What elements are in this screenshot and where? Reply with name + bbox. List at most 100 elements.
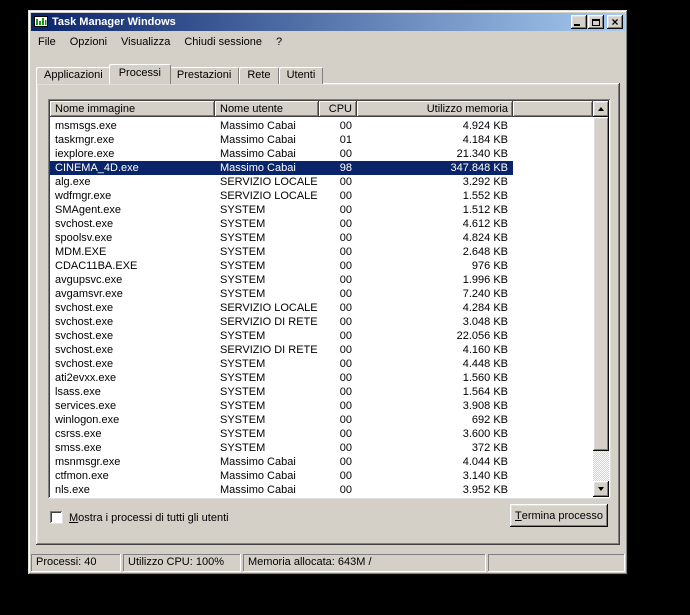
close-button[interactable]: × (607, 15, 623, 29)
cell-memory: 4.924 KB (462, 120, 508, 132)
titlebar[interactable]: Task Manager Windows × (31, 13, 625, 31)
table-row[interactable]: msnmsgr.exe Massimo Cabai 00 4.044 KB (50, 455, 513, 469)
process-list: Nome immagine Nome utente CPU Utilizzo m… (48, 99, 611, 499)
cell-cpu: 00 (339, 148, 352, 160)
cell-user-name: Massimo Cabai (220, 484, 296, 496)
cell-user-name: SYSTEM (220, 386, 266, 398)
tab-performance[interactable]: Prestazioni (168, 67, 240, 84)
minimize-button[interactable] (571, 15, 587, 29)
cell-memory: 3.048 KB (462, 316, 508, 328)
arrow-up-icon (598, 107, 604, 111)
cell-image-name: avgamsvr.exe (55, 288, 123, 300)
table-row[interactable]: alg.exe SERVIZIO LOCALE 00 3.292 KB (50, 175, 513, 189)
cell-cpu: 00 (339, 232, 352, 244)
table-row[interactable]: svchost.exe SYSTEM 00 22.056 KB (50, 329, 513, 343)
cell-image-name: smss.exe (55, 442, 102, 454)
table-row[interactable]: svchost.exe SYSTEM 00 4.612 KB (50, 217, 513, 231)
menu-item-shutdown[interactable]: Chiudi sessione (177, 34, 269, 50)
cell-image-name: svchost.exe (55, 358, 114, 370)
table-row[interactable]: taskmgr.exe Massimo Cabai 01 4.184 KB (50, 133, 513, 147)
table-row[interactable]: nls.exe Massimo Cabai 00 3.952 KB (50, 483, 513, 497)
cell-memory: 4.612 KB (462, 218, 508, 230)
cell-cpu: 00 (339, 386, 352, 398)
menu-item-options[interactable]: Opzioni (63, 34, 114, 50)
end-process-button[interactable]: Termina processo (510, 504, 608, 527)
scroll-up-button[interactable] (593, 101, 609, 117)
status-memory: Memoria allocata: 643M / (243, 554, 486, 572)
table-row[interactable]: svchost.exe SERVIZIO DI RETE 00 4.160 KB (50, 343, 513, 357)
scrollbar-thumb[interactable] (593, 117, 609, 451)
minimize-icon (574, 24, 580, 26)
table-row[interactable]: csrss.exe SYSTEM 00 3.600 KB (50, 427, 513, 441)
table-row[interactable]: wdfmgr.exe SERVIZIO LOCALE 00 1.552 KB (50, 189, 513, 203)
column-header-image-name[interactable]: Nome immagine (50, 101, 215, 117)
cell-cpu: 00 (339, 120, 352, 132)
cell-memory: 372 KB (471, 442, 508, 454)
table-row[interactable]: ati2evxx.exe SYSTEM 00 1.560 KB (50, 371, 513, 385)
cell-user-name: SYSTEM (220, 330, 266, 342)
cell-image-name: iexplore.exe (55, 148, 115, 160)
status-processes: Processi: 40 (31, 554, 121, 572)
table-row[interactable]: svchost.exe SERVIZIO LOCALE 00 4.284 KB (50, 301, 513, 315)
cell-image-name: winlogon.exe (55, 414, 120, 426)
cell-user-name: SYSTEM (220, 358, 266, 370)
table-row[interactable]: svchost.exe SERVIZIO DI RETE 00 3.048 KB (50, 315, 513, 329)
cell-user-name: SYSTEM (220, 288, 266, 300)
menu-item-view[interactable]: Visualizza (114, 34, 177, 50)
column-header-memory[interactable]: Utilizzo memoria (357, 101, 513, 117)
cell-image-name: avgupsvc.exe (55, 274, 123, 286)
table-row[interactable]: svchost.exe SYSTEM 00 4.448 KB (50, 357, 513, 371)
cell-image-name: SMAgent.exe (55, 204, 122, 216)
cell-user-name: SYSTEM (220, 372, 266, 384)
cell-cpu: 00 (339, 190, 352, 202)
tab-networking[interactable]: Rete (239, 67, 279, 84)
show-all-users-row: Mostra i processi di tutti gli utenti (50, 511, 229, 524)
cell-cpu: 00 (339, 358, 352, 370)
tab-applications[interactable]: Applicazioni (36, 67, 111, 84)
table-row[interactable]: MDM.EXE SYSTEM 00 2.648 KB (50, 245, 513, 259)
scroll-down-button[interactable] (593, 481, 609, 497)
tab-users[interactable]: Utenti (278, 67, 324, 84)
table-row[interactable]: winlogon.exe SYSTEM 00 692 KB (50, 413, 513, 427)
column-header-user-name[interactable]: Nome utente (215, 101, 319, 117)
column-header-filler (513, 101, 593, 117)
table-row[interactable]: avgamsvr.exe SYSTEM 00 7.240 KB (50, 287, 513, 301)
show-all-users-label[interactable]: Mostra i processi di tutti gli utenti (69, 512, 229, 524)
table-row[interactable]: CINEMA_4D.exe Massimo Cabai 98 347.848 KB (50, 161, 513, 175)
cell-memory: 3.140 KB (462, 470, 508, 482)
table-row[interactable]: smss.exe SYSTEM 00 372 KB (50, 441, 513, 455)
cell-cpu: 00 (339, 456, 352, 468)
table-row[interactable]: SMAgent.exe SYSTEM 00 1.512 KB (50, 203, 513, 217)
tab-processes[interactable]: Processi (108, 64, 171, 84)
vertical-scrollbar[interactable] (593, 101, 609, 497)
table-row[interactable]: avgupsvc.exe SYSTEM 00 1.996 KB (50, 273, 513, 287)
table-row[interactable]: lsass.exe SYSTEM 00 1.564 KB (50, 385, 513, 399)
cell-user-name: Massimo Cabai (220, 134, 296, 146)
menu-item-file[interactable]: File (31, 34, 63, 50)
cell-cpu: 01 (339, 134, 352, 146)
show-all-users-checkbox[interactable] (50, 511, 63, 524)
table-row[interactable]: spoolsv.exe SYSTEM 00 4.824 KB (50, 231, 513, 245)
cell-memory: 1.996 KB (462, 274, 508, 286)
menu-item-help[interactable]: ? (269, 34, 289, 50)
cell-image-name: svchost.exe (55, 344, 114, 356)
cell-memory: 4.184 KB (462, 134, 508, 146)
cell-user-name: Massimo Cabai (220, 162, 296, 174)
cell-image-name: alg.exe (55, 176, 91, 188)
table-row[interactable]: ctfmon.exe Massimo Cabai 00 3.140 KB (50, 469, 513, 483)
cell-cpu: 00 (339, 288, 352, 300)
maximize-button[interactable] (588, 15, 604, 29)
cell-memory: 4.044 KB (462, 456, 508, 468)
cell-memory: 3.908 KB (462, 400, 508, 412)
table-row[interactable]: msmsgs.exe Massimo Cabai 00 4.924 KB (50, 119, 513, 133)
table-row[interactable]: services.exe SYSTEM 00 3.908 KB (50, 399, 513, 413)
column-header-cpu[interactable]: CPU (319, 101, 357, 117)
table-row[interactable]: iexplore.exe Massimo Cabai 00 21.340 KB (50, 147, 513, 161)
cell-cpu: 00 (339, 428, 352, 440)
cell-image-name: svchost.exe (55, 330, 114, 342)
cell-cpu: 00 (339, 260, 352, 272)
cell-memory: 692 KB (471, 414, 508, 426)
table-row[interactable]: CDAC11BA.EXE SYSTEM 00 976 KB (50, 259, 513, 273)
cell-image-name: spoolsv.exe (55, 232, 113, 244)
task-manager-window: Task Manager Windows × File Opzioni Visu… (28, 10, 628, 575)
